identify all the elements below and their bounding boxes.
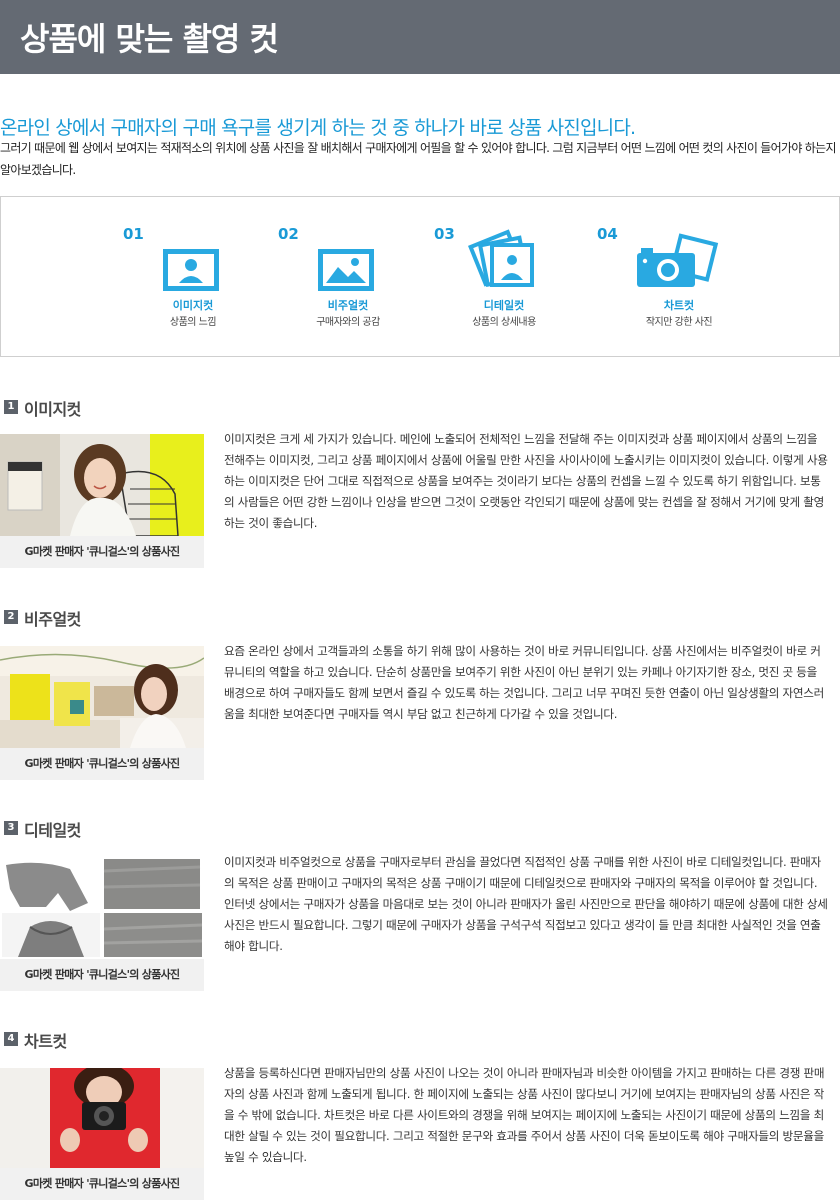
section-text: 요즘 온라인 상에서 고객들과의 소통을 하기 위해 많이 사용하는 것이 바로… — [224, 644, 824, 721]
section-text: 이미지컷은 크게 세 가지가 있습니다. 메인에 노출되어 전체적인 느낌을 전… — [224, 432, 828, 530]
page-title: 상품에 맞는 촬영 컷 — [20, 20, 279, 58]
product-photo-chart-cut — [0, 1068, 204, 1170]
portrait-frame-icon — [147, 241, 237, 293]
step-desc: 상품의 느낌 — [169, 317, 217, 328]
step-title: 차트컷 — [663, 299, 695, 312]
step-detail-cut: 03 디테일컷 상품의 상세내용 — [434, 197, 574, 357]
photo-caption: G마켓 판매자 '큐니걸스'의 상품사진 — [0, 748, 204, 780]
step-title: 비주얼컷 — [327, 299, 369, 312]
page-header: 상품에 맞는 촬영 컷 — [0, 0, 840, 74]
section-title: 차트컷 — [24, 1032, 67, 1051]
step-number: 02 — [278, 225, 299, 243]
step-desc: 구매자와의 공감 — [316, 317, 380, 328]
step-number: 04 — [597, 225, 618, 243]
section-text: 이미지컷과 비주얼컷으로 상품을 구매자로부터 관심을 끌었다면 직접적인 상품… — [224, 855, 828, 953]
photo-caption: G마켓 판매자 '큐니걸스'의 상품사진 — [0, 959, 204, 991]
step-desc: 작지만 강한 사진 — [645, 317, 713, 328]
section-text: 상품을 등록하신다면 판매자님만의 상품 사진이 나오는 것이 아니라 판매자님… — [224, 1066, 825, 1164]
step-number: 01 — [123, 225, 144, 243]
step-number: 03 — [434, 225, 455, 243]
step-visual-cut: 02 비주얼컷 구매자와의 공감 — [278, 197, 418, 357]
headline: 온라인 상에서 구매자의 구매 욕구를 생기게 하는 것 중 하나가 바로 상품… — [0, 117, 636, 139]
stacked-photos-icon — [460, 229, 550, 293]
section-title: 비주얼컷 — [24, 610, 81, 629]
product-photo-visual-cut — [0, 646, 204, 748]
cut-types-overview: 01 이미지컷 상품의 느낌 02 비주얼컷 구매자와의 공감 03 디테일컷 … — [0, 196, 840, 357]
photo-caption: G마켓 판매자 '큐니걸스'의 상품사진 — [0, 1168, 204, 1200]
step-desc: 상품의 상세내용 — [472, 317, 536, 328]
section-number: 3 — [4, 821, 18, 835]
product-photo-detail-cut — [0, 857, 204, 959]
step-title: 이미지컷 — [172, 299, 214, 312]
step-image-cut: 01 이미지컷 상품의 느낌 — [123, 197, 263, 357]
photo-caption: G마켓 판매자 '큐니걸스'의 상품사진 — [0, 536, 204, 568]
section-title: 디테일컷 — [24, 821, 81, 840]
intro-paragraph: 그러기 때문에 웹 상에서 보여지는 적재적소의 위치에 상품 사진을 잘 배치… — [0, 141, 837, 177]
section-title: 이미지컷 — [24, 400, 81, 419]
section-number: 1 — [4, 400, 18, 414]
camera-icon — [631, 233, 721, 293]
product-photo-image-cut — [0, 434, 204, 536]
step-title: 디테일컷 — [483, 299, 525, 312]
step-chart-cut: 04 차트컷 작지만 강한 사진 — [597, 197, 737, 357]
landscape-frame-icon — [302, 241, 392, 293]
section-number: 4 — [4, 1032, 18, 1046]
section-number: 2 — [4, 610, 18, 624]
